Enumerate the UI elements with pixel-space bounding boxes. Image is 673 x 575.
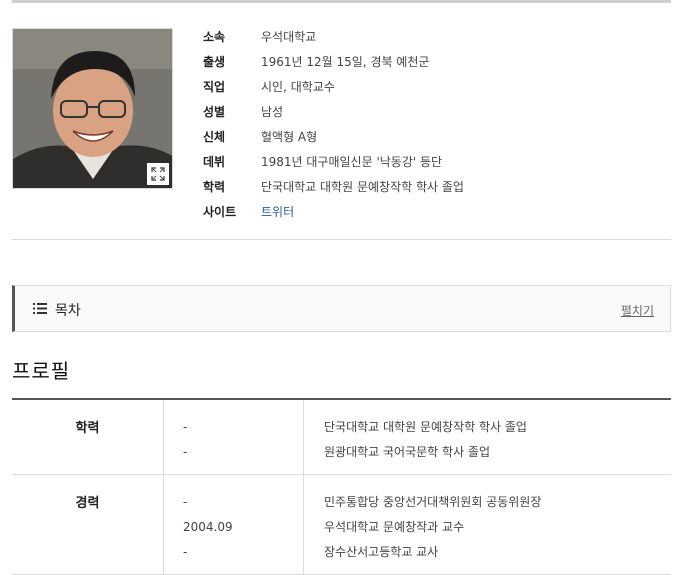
info-row-site: 사이트 트위터 <box>203 199 464 224</box>
profile-table: 학력 - - 단국대학교 대학원 문예창작학 학사 졸업 원광대학교 국어국문학… <box>12 398 671 575</box>
list-icon <box>33 303 47 314</box>
info-label: 직업 <box>203 80 226 94</box>
info-row-education: 학력 단국대학교 대학원 문예창작학 학사 졸업 <box>203 174 464 199</box>
info-row-birth: 출생 1961년 12월 15일, 경북 예천군 <box>203 49 464 74</box>
info-label: 신체 <box>203 130 226 144</box>
table-of-contents: 목차 펼치기 <box>12 285 671 332</box>
date-column: - 2004.09 - <box>165 475 304 574</box>
info-value: 우석대학교 <box>261 30 317 44</box>
entry-description: 장수산서고등학교 교사 <box>324 545 439 559</box>
top-divider <box>12 0 671 3</box>
info-value: 시인, 대학교수 <box>261 80 335 94</box>
info-value: 혈액형 A형 <box>261 130 318 144</box>
info-value: 남성 <box>261 105 284 119</box>
info-row-body: 신체 혈액형 A형 <box>203 124 464 149</box>
profile-info: 소속 우석대학교 출생 1961년 12월 15일, 경북 예천군 직업 시인,… <box>203 24 464 224</box>
section-title: 프로필 <box>12 359 71 383</box>
info-value: 단국대학교 대학원 문예창작학 학사 졸업 <box>261 180 464 194</box>
info-label: 출생 <box>203 55 226 69</box>
table-row-career: 경력 - 2004.09 - 민주통합당 중앙선거대책위원회 공동위원장 우석대… <box>12 475 671 575</box>
info-row-occupation: 직업 시인, 대학교수 <box>203 74 464 99</box>
info-value: 1981년 대구매일신문 '낙동강' 등단 <box>261 155 443 169</box>
info-row-affiliation: 소속 우석대학교 <box>203 24 464 49</box>
entry-date: - <box>183 495 188 509</box>
info-row-gender: 성별 남성 <box>203 99 464 124</box>
info-row-debut: 데뷔 1981년 대구매일신문 '낙동강' 등단 <box>203 149 464 174</box>
entry-date: 2004.09 <box>183 520 233 534</box>
entry-date: - <box>183 445 188 459</box>
entry-description: 우석대학교 문예창작과 교수 <box>324 520 465 534</box>
row-header: 경력 <box>12 475 164 574</box>
info-label: 소속 <box>203 30 226 44</box>
profile-photo[interactable] <box>12 28 173 189</box>
expand-icon <box>151 167 165 181</box>
info-label: 사이트 <box>203 205 237 219</box>
table-row-education: 학력 - - 단국대학교 대학원 문예창작학 학사 졸업 원광대학교 국어국문학… <box>12 400 671 475</box>
info-label: 학력 <box>203 180 226 194</box>
expand-image-button[interactable] <box>147 163 169 185</box>
entry-description: 원광대학교 국어국문학 학사 졸업 <box>324 445 491 459</box>
toc-expand-link[interactable]: 펼치기 <box>621 302 654 319</box>
section-divider <box>12 239 671 240</box>
entry-description: 민주통합당 중앙선거대책위원회 공동위원장 <box>324 495 542 509</box>
row-header: 학력 <box>12 400 164 474</box>
twitter-link[interactable]: 트위터 <box>261 203 294 220</box>
info-value: 1961년 12월 15일, 경북 예천군 <box>261 55 430 69</box>
description-column: 민주통합당 중앙선거대책위원회 공동위원장 우석대학교 문예창작과 교수 장수산… <box>324 475 671 574</box>
info-label: 성별 <box>203 105 226 119</box>
entry-date: - <box>183 420 188 434</box>
info-label: 데뷔 <box>203 155 226 169</box>
description-column: 단국대학교 대학원 문예창작학 학사 졸업 원광대학교 국어국문학 학사 졸업 <box>324 400 671 474</box>
entry-date: - <box>183 545 188 559</box>
toc-title: 목차 <box>55 303 81 319</box>
date-column: - - <box>165 400 304 474</box>
entry-description: 단국대학교 대학원 문예창작학 학사 졸업 <box>324 420 527 434</box>
